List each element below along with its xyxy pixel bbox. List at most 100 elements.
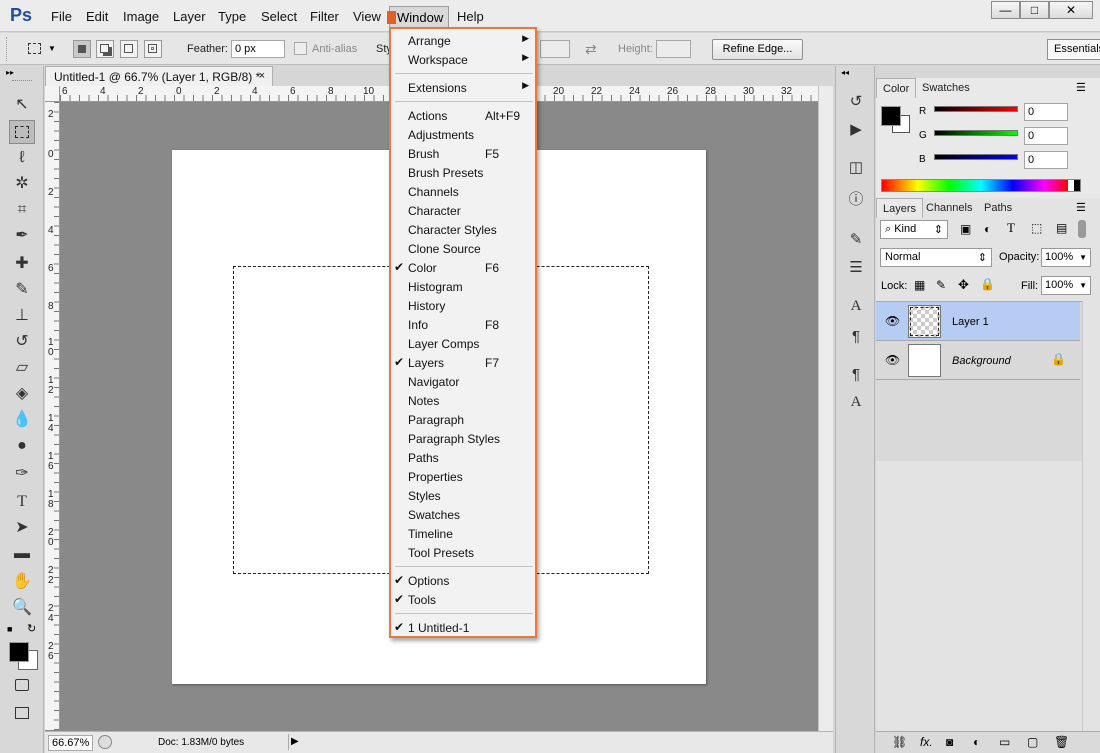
character-styles-panel-icon[interactable]: A bbox=[846, 394, 866, 414]
lasso-tool-icon[interactable]: ℓ bbox=[9, 146, 35, 170]
menu-layer[interactable]: Layer bbox=[173, 9, 206, 24]
grip-handle[interactable] bbox=[6, 37, 12, 61]
lock-position-icon[interactable]: ✥ bbox=[958, 277, 969, 293]
history-brush-tool-icon[interactable]: ↺ bbox=[9, 330, 35, 354]
b-slider[interactable] bbox=[934, 154, 1018, 160]
actions-panel-icon[interactable]: ▶ bbox=[846, 120, 866, 140]
crop-tool-icon[interactable]: ⌗ bbox=[9, 198, 35, 222]
add-mask-icon[interactable]: ◙ bbox=[946, 735, 953, 749]
tab-swatches[interactable]: Swatches bbox=[916, 78, 976, 98]
type-tool-icon[interactable]: T bbox=[9, 490, 35, 514]
fg-color-chip[interactable] bbox=[881, 106, 901, 126]
workspace-switcher[interactable]: Essentials bbox=[1047, 39, 1100, 60]
swap-icon[interactable]: ⇄ bbox=[585, 41, 597, 58]
menu-item-channels[interactable]: Channels bbox=[391, 182, 535, 201]
b-value-input[interactable]: 0 bbox=[1024, 151, 1068, 169]
expand-icon[interactable]: ▸▸ bbox=[6, 68, 14, 77]
magic-wand-tool-icon[interactable]: ✲ bbox=[9, 172, 35, 196]
paragraph-styles-panel-icon[interactable]: ¶ bbox=[846, 366, 866, 386]
menu-item-tool-presets[interactable]: Tool Presets bbox=[391, 543, 535, 562]
lock-transparency-icon[interactable]: ▦ bbox=[914, 278, 925, 292]
menu-item-extensions[interactable]: Extensions ▶ bbox=[391, 78, 535, 97]
document-tab[interactable]: Untitled-1 @ 66.7% (Layer 1, RGB/8) * × bbox=[45, 66, 273, 86]
new-layer-icon[interactable]: ▢ bbox=[1027, 735, 1038, 749]
menu-image[interactable]: Image bbox=[123, 9, 159, 24]
history-panel-icon[interactable]: ↺ bbox=[846, 92, 866, 112]
kind-filter-dropdown[interactable]: ⌕ Kind ⇕ bbox=[880, 220, 948, 239]
eyedropper-tool-icon[interactable]: ✒ bbox=[9, 224, 35, 248]
menu-item-navigator[interactable]: Navigator bbox=[391, 372, 535, 391]
layers-scrollbar[interactable] bbox=[1082, 301, 1100, 738]
menu-item-brush[interactable]: Brush F5 bbox=[391, 144, 535, 163]
dodge-tool-icon[interactable]: ● bbox=[9, 434, 35, 458]
brush-panel-icon[interactable]: ✎ bbox=[846, 230, 866, 250]
layer-style-icon[interactable]: fx. bbox=[920, 735, 933, 749]
rectangle-tool-icon[interactable]: ▬ bbox=[9, 542, 35, 566]
tab-color[interactable]: Color bbox=[876, 78, 917, 98]
menu-file[interactable]: File bbox=[51, 9, 72, 24]
filter-toggle[interactable] bbox=[1078, 220, 1086, 238]
close-icon[interactable]: × bbox=[259, 70, 265, 82]
filter-adjustment-icon[interactable]: ◐ bbox=[984, 222, 991, 236]
tool-preset-picker[interactable]: ▼ bbox=[26, 40, 56, 58]
menu-item-history[interactable]: History bbox=[391, 296, 535, 315]
info-panel-icon[interactable]: ⓘ bbox=[846, 188, 866, 208]
lock-pixels-icon[interactable]: ✎ bbox=[936, 278, 946, 292]
move-tool-icon[interactable]: ↖ bbox=[9, 93, 35, 117]
trash-icon[interactable]: 🗑 bbox=[1054, 735, 1069, 749]
menu-help[interactable]: Help bbox=[457, 9, 484, 24]
menu-item-1-untitled-1[interactable]: ✔ 1 Untitled-1 bbox=[391, 618, 535, 637]
menu-item-paragraph-styles[interactable]: Paragraph Styles bbox=[391, 429, 535, 448]
close-button[interactable]: ✕ bbox=[1049, 1, 1093, 19]
height-input[interactable] bbox=[656, 40, 691, 58]
clone-stamp-tool-icon[interactable]: ⊥ bbox=[9, 304, 35, 328]
menu-select[interactable]: Select bbox=[261, 9, 297, 24]
filter-type-icon[interactable]: T bbox=[1007, 220, 1015, 236]
foreground-color-swatch[interactable] bbox=[9, 642, 29, 662]
paragraph-panel-icon[interactable]: ¶ bbox=[846, 328, 866, 348]
subtract-selection-button[interactable] bbox=[120, 40, 138, 58]
eye-icon[interactable]: 👁 bbox=[885, 353, 900, 367]
menu-item-paths[interactable]: Paths bbox=[391, 448, 535, 467]
menu-item-layers[interactable]: ✔ Layers F7 bbox=[391, 353, 535, 372]
healing-brush-tool-icon[interactable]: ✚ bbox=[9, 252, 35, 276]
menu-item-clone-source[interactable]: Clone Source bbox=[391, 239, 535, 258]
menu-item-workspace[interactable]: Workspace ▶ bbox=[391, 50, 535, 69]
pen-tool-icon[interactable]: ✑ bbox=[9, 462, 35, 486]
adjustment-layer-icon[interactable]: ◐ bbox=[973, 735, 980, 749]
menu-edit[interactable]: Edit bbox=[86, 9, 108, 24]
menu-item-layer-comps[interactable]: Layer Comps bbox=[391, 334, 535, 353]
eraser-tool-icon[interactable]: ▱ bbox=[9, 356, 35, 380]
vertical-scrollbar[interactable] bbox=[818, 86, 833, 731]
menu-item-timeline[interactable]: Timeline bbox=[391, 524, 535, 543]
feather-input[interactable]: 0 px bbox=[231, 40, 285, 58]
menu-item-brush-presets[interactable]: Brush Presets bbox=[391, 163, 535, 182]
menu-item-styles[interactable]: Styles bbox=[391, 486, 535, 505]
add-selection-button[interactable] bbox=[96, 40, 114, 58]
blend-mode-dropdown[interactable]: Normal ⇕ bbox=[880, 248, 992, 267]
marquee-tool-icon[interactable] bbox=[9, 120, 35, 144]
hand-tool-icon[interactable]: ✋ bbox=[9, 570, 35, 594]
eye-icon[interactable]: 👁 bbox=[885, 314, 900, 328]
opacity-input[interactable]: 100% ▼ bbox=[1041, 248, 1091, 267]
vertical-ruler[interactable]: 2 0 2 4 6 8 1 0 1 2 1 4 1 6 1 8 2 0 2 2 … bbox=[45, 102, 60, 730]
r-value-input[interactable]: 0 bbox=[1024, 103, 1068, 121]
menu-item-character[interactable]: Character bbox=[391, 201, 535, 220]
refine-edge-button[interactable]: Refine Edge... bbox=[712, 39, 803, 60]
menu-window[interactable]: Window bbox=[387, 6, 449, 28]
tab-layers[interactable]: Layers bbox=[876, 198, 924, 218]
layer-name[interactable]: Background bbox=[952, 355, 1011, 367]
status-menu-arrow-icon[interactable]: ▶ bbox=[288, 734, 300, 750]
layer-name[interactable]: Layer 1 bbox=[952, 316, 989, 328]
screen-mode-icon[interactable] bbox=[9, 702, 35, 726]
maximize-button[interactable]: □ bbox=[1020, 1, 1049, 19]
menu-item-tools[interactable]: ✔ Tools bbox=[391, 590, 535, 609]
width-input[interactable] bbox=[540, 40, 570, 58]
menu-item-options[interactable]: ✔ Options bbox=[391, 571, 535, 590]
layer-row[interactable]: 👁 Layer 1 bbox=[876, 302, 1080, 341]
menu-item-swatches[interactable]: Swatches bbox=[391, 505, 535, 524]
3d-panel-icon[interactable]: ◫ bbox=[846, 158, 866, 178]
r-slider[interactable] bbox=[934, 106, 1018, 112]
default-colors-icon[interactable]: ■ bbox=[7, 624, 12, 634]
panel-menu-icon[interactable]: ☰ bbox=[1076, 81, 1086, 94]
